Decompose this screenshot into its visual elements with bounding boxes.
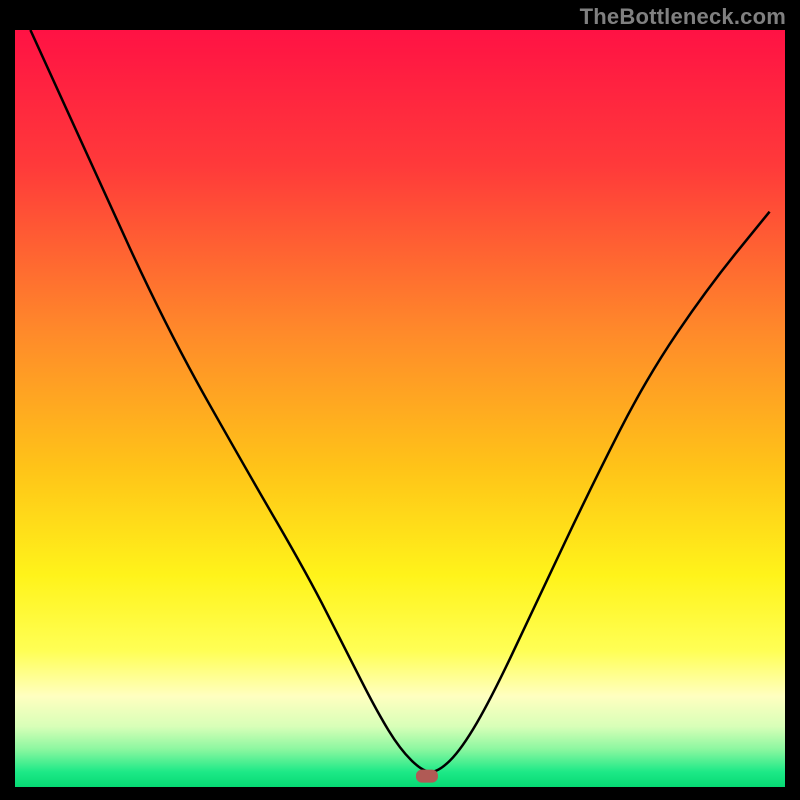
bottleneck-plot — [0, 0, 800, 800]
plot-background — [15, 30, 785, 787]
watermark-text: TheBottleneck.com — [580, 4, 786, 30]
chart-container: TheBottleneck.com — [0, 0, 800, 800]
optimal-marker — [416, 770, 438, 783]
